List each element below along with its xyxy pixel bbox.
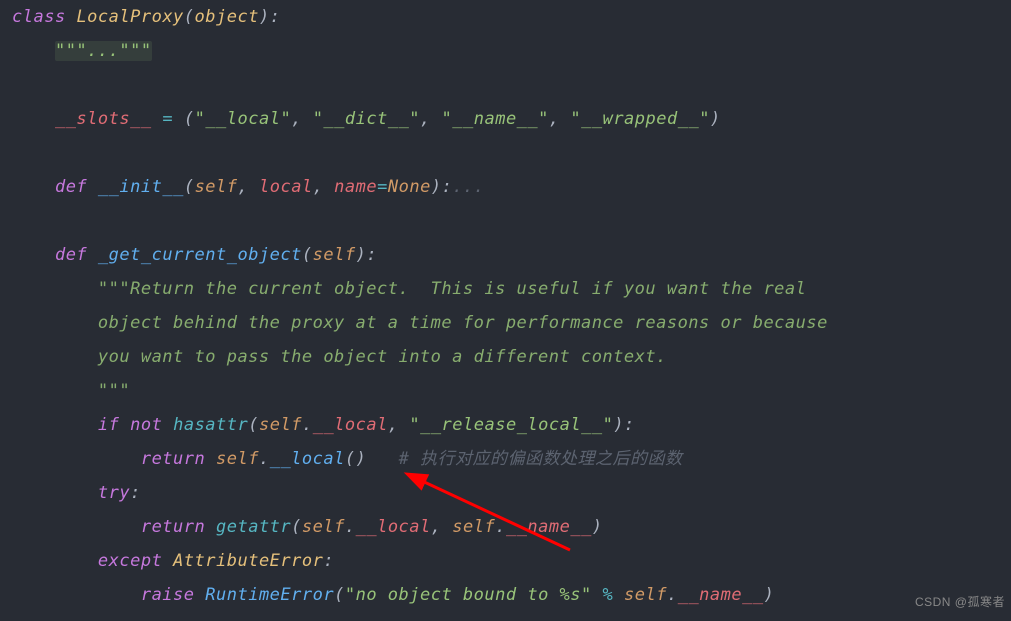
code-line: """...""" bbox=[12, 34, 1011, 68]
code-line: return self.__local() # 执行对应的偏函数处理之后的函数 bbox=[12, 442, 1011, 476]
code-line bbox=[12, 204, 1011, 238]
code-line: """ bbox=[12, 374, 1011, 408]
code-line: return getattr(self.__local, self.__name… bbox=[12, 510, 1011, 544]
code-line: if not hasattr(self.__local, "__release_… bbox=[12, 408, 1011, 442]
code-line: __slots__ = ("__local", "__dict__", "__n… bbox=[12, 102, 1011, 136]
code-line bbox=[12, 136, 1011, 170]
code-line: you want to pass the object into a diffe… bbox=[12, 340, 1011, 374]
code-line: object behind the proxy at a time for pe… bbox=[12, 306, 1011, 340]
code-line bbox=[12, 68, 1011, 102]
code-editor: class LocalProxy(object): """...""" __sl… bbox=[0, 0, 1011, 612]
watermark: CSDN @孤寒者 bbox=[915, 585, 1005, 619]
code-line: """Return the current object. This is us… bbox=[12, 272, 1011, 306]
fold-marker[interactable]: ... bbox=[452, 177, 484, 197]
code-line: def _get_current_object(self): bbox=[12, 238, 1011, 272]
code-line: raise RuntimeError("no object bound to %… bbox=[12, 578, 1011, 612]
code-line: except AttributeError: bbox=[12, 544, 1011, 578]
code-line: try: bbox=[12, 476, 1011, 510]
code-line: def __init__(self, local, name=None):... bbox=[12, 170, 1011, 204]
code-line: class LocalProxy(object): bbox=[12, 0, 1011, 34]
